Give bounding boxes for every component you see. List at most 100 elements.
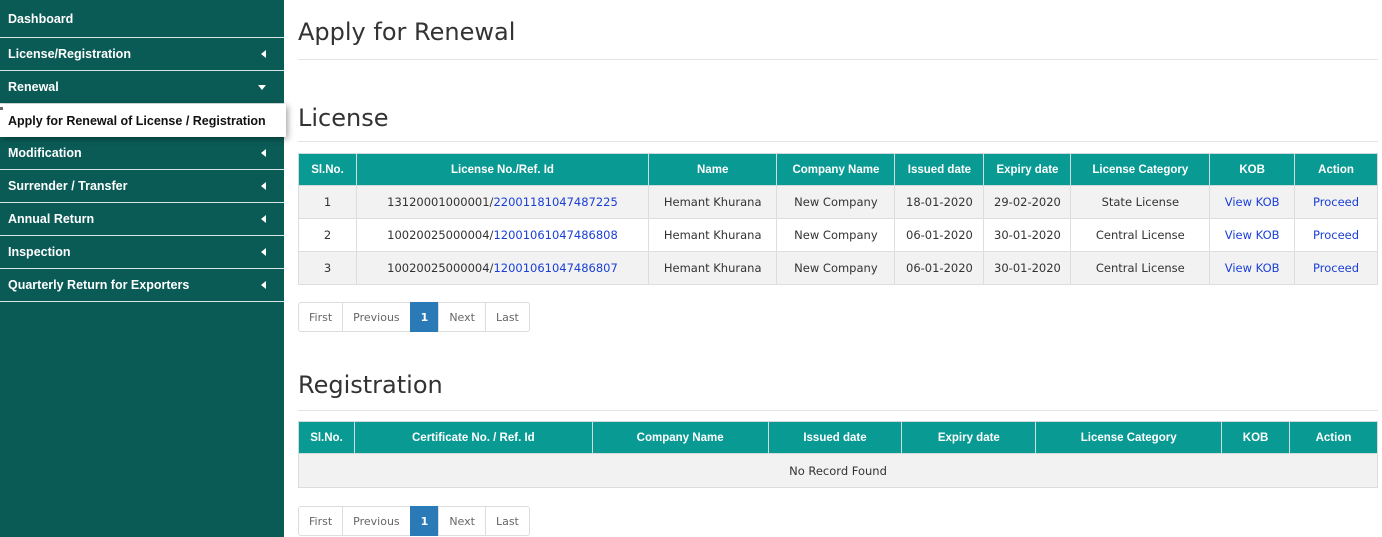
sidebar-item-dashboard[interactable]: Dashboard [0, 0, 284, 38]
ref-id-link[interactable]: 12001061047486807 [493, 261, 617, 275]
table-header-row: Sl.No. License No./Ref. Id Name Company … [298, 153, 1378, 186]
sidebar-item-surrender-transfer[interactable]: Surrender / Transfer [0, 170, 284, 203]
divider [298, 410, 1378, 411]
license-number: 13120001000001/ [387, 195, 494, 209]
cell-category: Central License [1070, 251, 1211, 285]
cell-company: New Company [776, 185, 896, 219]
pagination-previous-button[interactable]: Previous [342, 302, 411, 332]
caret-left-icon [261, 281, 266, 289]
col-header-company: Company Name [591, 421, 769, 454]
col-header-action: Action [1294, 153, 1378, 186]
cell-expiry: 30-01-2020 [983, 251, 1072, 285]
cell-license-no: 13120001000001/22001181047487225 [355, 185, 649, 219]
sidebar-item-label: Modification [8, 146, 82, 160]
license-number: 10020025000004/ [387, 261, 494, 275]
col-header-issued: Issued date [894, 153, 985, 186]
cell-action: Proceed [1294, 185, 1378, 219]
cell-kob: View KOB [1209, 185, 1296, 219]
cell-category: Central License [1070, 218, 1211, 252]
col-header-action: Action [1289, 421, 1378, 454]
pagination-last-button[interactable]: Last [484, 506, 530, 536]
table-row: 2 10020025000004/12001061047486808 Heman… [298, 218, 1378, 252]
cell-name: Hemant Khurana [647, 185, 778, 219]
sidebar-item-quarterly-return[interactable]: Quarterly Return for Exporters [0, 269, 284, 302]
sidebar-item-label: License/Registration [8, 47, 131, 61]
sidebar-item-inspection[interactable]: Inspection [0, 236, 284, 269]
caret-left-icon [261, 215, 266, 223]
view-kob-link[interactable]: View KOB [1225, 261, 1280, 275]
col-header-name: Name [647, 153, 778, 186]
sidebar-item-modification[interactable]: Modification [0, 137, 284, 170]
cell-sl: 1 [298, 185, 357, 219]
col-header-category: License Category [1070, 153, 1211, 186]
registration-table: Sl.No. Certificate No. / Ref. Id Company… [298, 421, 1378, 488]
proceed-link[interactable]: Proceed [1313, 195, 1359, 209]
pagination-first-button[interactable]: First [298, 506, 344, 536]
cell-expiry: 29-02-2020 [983, 185, 1072, 219]
sidebar: Dashboard License/Registration Renewal A… [0, 0, 286, 537]
license-table: Sl.No. License No./Ref. Id Name Company … [298, 153, 1378, 285]
cell-license-no: 10020025000004/12001061047486808 [355, 218, 649, 252]
license-number: 10020025000004/ [387, 228, 494, 242]
cell-action: Proceed [1294, 218, 1378, 252]
caret-left-icon [261, 248, 266, 256]
divider [298, 141, 1378, 142]
cell-expiry: 30-01-2020 [983, 218, 1072, 252]
sidebar-subitem-apply-renewal[interactable]: Apply for Renewal of License / Registrat… [0, 104, 286, 137]
col-header-expiry: Expiry date [983, 153, 1072, 186]
pagination-last-button[interactable]: Last [484, 302, 530, 332]
cell-company: New Company [776, 218, 896, 252]
table-row: 1 13120001000001/22001181047487225 Heman… [298, 185, 1378, 219]
col-header-kob: KOB [1209, 153, 1296, 186]
sidebar-item-annual-return[interactable]: Annual Return [0, 203, 284, 236]
pagination-first-button[interactable]: First [298, 302, 344, 332]
pagination-page-button[interactable]: 1 [409, 506, 440, 536]
no-record-message: No Record Found [298, 453, 1378, 488]
cell-sl: 3 [298, 251, 357, 285]
col-header-kob: KOB [1221, 421, 1291, 454]
caret-left-icon [261, 149, 266, 157]
cell-issued: 18-01-2020 [894, 185, 985, 219]
col-header-issued: Issued date [767, 421, 903, 454]
cell-kob: View KOB [1209, 251, 1296, 285]
ref-id-link[interactable]: 22001181047487225 [493, 195, 617, 209]
registration-pagination: First Previous 1 Next Last [298, 506, 530, 536]
col-header-category: License Category [1035, 421, 1223, 454]
page-title: Apply for Renewal [298, 18, 516, 46]
cell-action: Proceed [1294, 251, 1378, 285]
view-kob-link[interactable]: View KOB [1225, 195, 1280, 209]
license-pagination: First Previous 1 Next Last [298, 302, 530, 332]
cell-name: Hemant Khurana [647, 251, 778, 285]
col-header-expiry: Expiry date [901, 421, 1037, 454]
view-kob-link[interactable]: View KOB [1225, 228, 1280, 242]
col-header-license-no: License No./Ref. Id [355, 153, 649, 186]
sidebar-item-label: Renewal [8, 80, 59, 94]
cell-license-no: 10020025000004/12001061047486807 [355, 251, 649, 285]
col-header-sl: Sl.No. [298, 153, 357, 186]
cell-kob: View KOB [1209, 218, 1296, 252]
pagination-previous-button[interactable]: Previous [342, 506, 411, 536]
sidebar-item-label: Annual Return [8, 212, 95, 226]
cell-name: Hemant Khurana [647, 218, 778, 252]
caret-down-icon [258, 84, 266, 90]
registration-section-title: Registration [298, 371, 443, 399]
pagination-next-button[interactable]: Next [438, 506, 486, 536]
table-header-row: Sl.No. Certificate No. / Ref. Id Company… [298, 421, 1378, 454]
sidebar-item-license-registration[interactable]: License/Registration [0, 38, 284, 71]
ref-id-link[interactable]: 12001061047486808 [493, 228, 617, 242]
cell-issued: 06-01-2020 [894, 251, 985, 285]
sidebar-item-label: Quarterly Return for Exporters [8, 278, 190, 292]
sidebar-item-label: Inspection [8, 245, 71, 259]
pagination-next-button[interactable]: Next [438, 302, 486, 332]
table-row: 3 10020025000004/12001061047486807 Heman… [298, 251, 1378, 285]
cell-issued: 06-01-2020 [894, 218, 985, 252]
proceed-link[interactable]: Proceed [1313, 261, 1359, 275]
caret-left-icon [261, 50, 266, 58]
proceed-link[interactable]: Proceed [1313, 228, 1359, 242]
col-header-company: Company Name [776, 153, 896, 186]
pagination-page-button[interactable]: 1 [409, 302, 440, 332]
license-section-title: License [298, 104, 389, 132]
sidebar-item-label: Surrender / Transfer [8, 179, 128, 193]
col-header-sl: Sl.No. [298, 421, 355, 454]
sidebar-item-renewal[interactable]: Renewal [0, 71, 284, 104]
